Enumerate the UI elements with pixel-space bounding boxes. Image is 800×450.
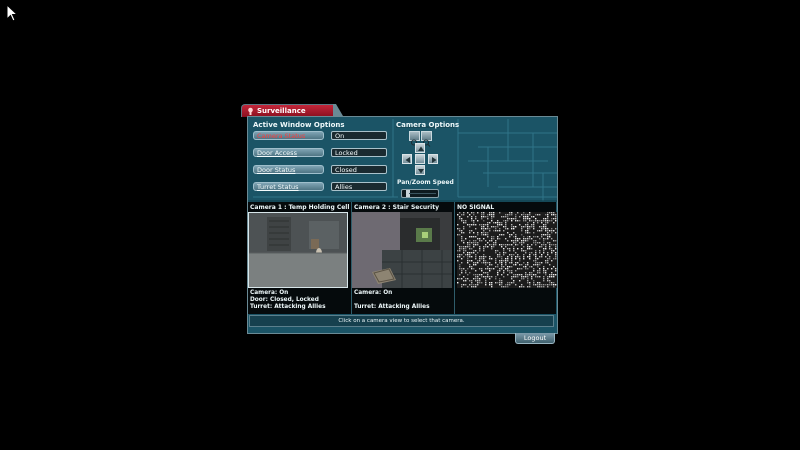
slider-track <box>409 193 436 194</box>
active-window-options-heading: Active Window Options <box>253 121 345 129</box>
camera-options-heading: Camera Options <box>396 121 460 129</box>
hint-bar: Click on a camera view to select that ca… <box>249 315 554 327</box>
zoom-out-button[interactable] <box>421 131 432 147</box>
no-signal-static-image <box>457 212 557 288</box>
door-status-label[interactable]: Door Status <box>253 165 324 174</box>
door-access-label[interactable]: Door Access <box>253 148 324 157</box>
pan-zoom-speed-label: Pan/Zoom Speed <box>397 179 454 186</box>
pan-zoom-speed-slider[interactable] <box>401 189 439 198</box>
zoom-in-button[interactable] <box>409 131 420 147</box>
mouse-cursor-icon <box>6 4 18 22</box>
camera-status-label[interactable]: Camera Status <box>253 131 324 140</box>
pan-center-button[interactable] <box>415 154 425 164</box>
camera-2-status-3: Turret: Attacking Allies <box>354 304 430 310</box>
surveillance-icon <box>248 107 253 115</box>
camera-2-header: Camera 2 : Stair Security <box>354 204 439 211</box>
camera-1-column[interactable]: Camera 1 : Temp Holding Cell Camera: On … <box>248 202 350 314</box>
door-access-value[interactable]: Locked <box>331 148 387 157</box>
pan-up-button[interactable] <box>415 143 425 153</box>
camera-1-status-3: Turret: Attacking Allies <box>250 304 326 310</box>
camera-2-column[interactable]: Camera 2 : Stair Security Camera: On Tur… <box>351 202 453 314</box>
arrow-down-icon <box>418 169 424 174</box>
arrow-right-icon <box>432 157 437 163</box>
camera-status-value[interactable]: On <box>331 131 387 140</box>
camera-feeds: Camera 1 : Temp Holding Cell Camera: On … <box>248 202 557 314</box>
camera-1-view[interactable] <box>248 212 348 288</box>
camera-2-status-1: Camera: On <box>354 290 393 296</box>
arrow-up-icon <box>418 146 424 151</box>
camera-3-header: NO SIGNAL <box>457 204 495 211</box>
pan-left-button[interactable] <box>402 154 412 164</box>
camera-2-view[interactable] <box>352 212 452 288</box>
pan-right-button[interactable] <box>428 154 438 164</box>
camera-3-view[interactable] <box>457 212 557 288</box>
arrow-left-icon <box>405 157 410 163</box>
turret-status-value[interactable]: Allies <box>331 182 387 191</box>
camera-3-column[interactable]: NO SIGNAL <box>454 202 557 314</box>
pan-down-button[interactable] <box>415 165 425 175</box>
camera-1-header: Camera 1 : Temp Holding Cell <box>250 204 350 211</box>
camera-1-status-1: Camera: On <box>250 290 289 296</box>
turret-status-label[interactable]: Turret Status <box>253 182 324 191</box>
door-status-value[interactable]: Closed <box>331 165 387 174</box>
camera-1-status-2: Door: Closed, Locked <box>250 297 319 303</box>
camera-2-feed-image <box>352 212 452 288</box>
logout-button[interactable]: Logout <box>515 333 555 344</box>
camera-1-feed-image <box>249 213 347 287</box>
